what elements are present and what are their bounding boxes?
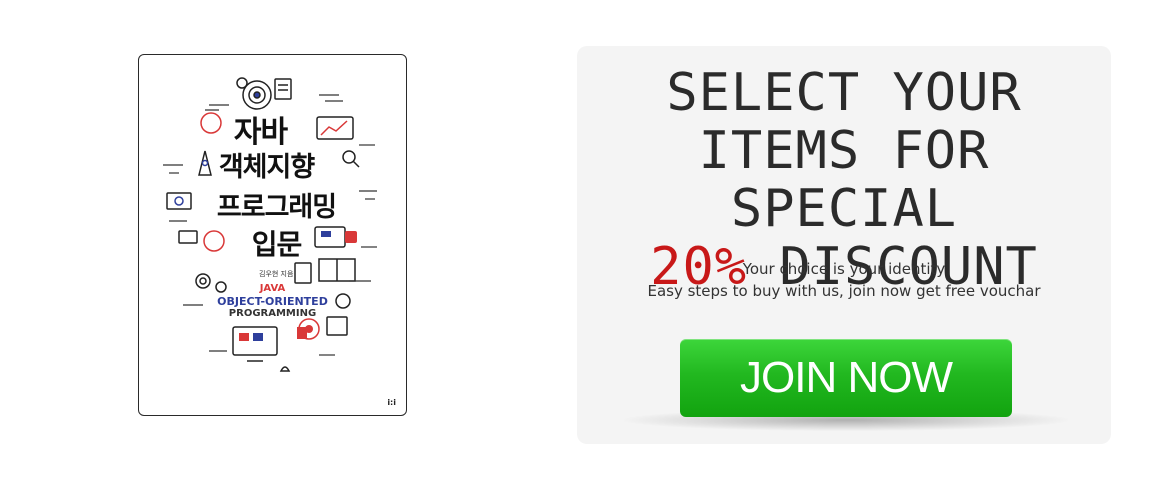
book-title-line-2: 객체지향 bbox=[218, 152, 315, 183]
mouse-icon bbox=[279, 366, 291, 372]
calendar-icon bbox=[326, 316, 348, 336]
subtext-line-1: Your choice is your identity bbox=[742, 260, 946, 278]
book-author: 김우현 지음 bbox=[259, 270, 294, 278]
book-subtitle-programming: PROGRAMMING bbox=[228, 308, 317, 319]
book-subtitle-java: JAVA bbox=[259, 283, 286, 294]
book-title-line-4: 입문 bbox=[251, 228, 303, 261]
promo-subtext: Your choice is your identity Easy steps … bbox=[577, 258, 1111, 302]
join-now-button[interactable]: JOIN NOW bbox=[680, 339, 1012, 417]
publisher-logo: i:i bbox=[387, 398, 396, 407]
gear-icon bbox=[236, 77, 248, 89]
book-cover-image: 자바 객체지향 프로그래밍 입문 김우현 지음 JAVA OBJECT-ORIE… bbox=[138, 54, 407, 416]
promo-panel: SELECT YOUR ITEMS FOR SPECIAL 20% DISCOU… bbox=[577, 46, 1111, 444]
book-title-line-3: 프로그래밍 bbox=[216, 192, 337, 223]
book-subtitle-oop: OBJECT-ORIENTED bbox=[217, 295, 328, 308]
document-icon bbox=[274, 78, 292, 100]
clipboard-icon bbox=[294, 262, 312, 284]
join-button-wrapper: JOIN NOW bbox=[624, 339, 1068, 431]
subtext-line-2: Easy steps to buy with us, join now get … bbox=[647, 282, 1041, 300]
headline-line-1: SELECT YOUR bbox=[666, 63, 1022, 123]
headline-line-2: ITEMS FOR SPECIAL bbox=[698, 121, 990, 239]
